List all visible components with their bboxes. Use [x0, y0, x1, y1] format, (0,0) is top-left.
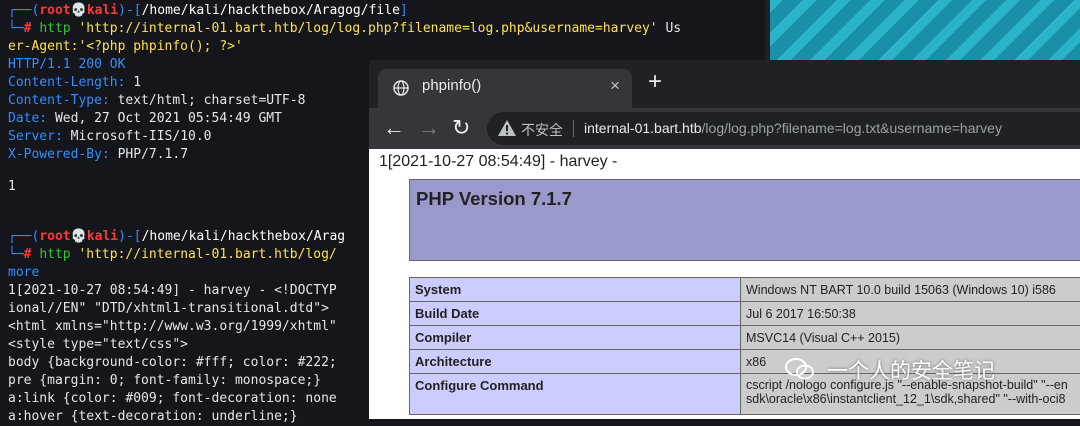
- terminal-line: 1[2021-10-27 08:54:49] - harvey - <!DOCT…: [8, 282, 337, 300]
- url-text[interactable]: internal-01.bart.htb/log/log.php?filenam…: [584, 120, 1002, 136]
- table-row: CompilerMSVC14 (Visual C++ 2015): [410, 326, 1080, 350]
- browser-toolbar: ← → ↻ 不安全 internal-01.bart.htb/log/log.p…: [369, 108, 1080, 149]
- phpinfo-table: SystemWindows NT BART 10.0 build 15063 (…: [409, 277, 1080, 415]
- terminal-line: er-Agent:'<?php phpinfo(); ?>': [8, 38, 243, 56]
- terminal-command: └─# http 'http://internal-01.bart.htb/lo…: [8, 20, 681, 38]
- close-icon[interactable]: ×: [610, 76, 620, 96]
- terminal-line: Date: Wed, 27 Oct 2021 05:54:49 GMT: [8, 110, 282, 128]
- terminal-line: ional//EN" "DTD/xhtml1-transitional.dtd"…: [8, 300, 329, 318]
- terminal-prompt: ┌──(root💀kali)-[/home/kali/hackthebox/Ar…: [8, 228, 345, 246]
- table-value: MSVC14 (Visual C++ 2015): [741, 326, 1080, 350]
- table-key: Configure Command: [410, 374, 741, 415]
- terminal-line: HTTP/1.1 200 OK: [8, 56, 125, 74]
- php-version: PHP Version 7.1.7: [416, 188, 572, 210]
- forward-button[interactable]: →: [418, 115, 440, 141]
- terminal-line: <style type="text/css">: [8, 336, 188, 354]
- table-key: Build Date: [410, 302, 741, 326]
- terminal-line: more: [8, 264, 39, 282]
- tab-phpinfo[interactable]: phpinfo() ×: [378, 69, 632, 108]
- log-line: 1[2021-10-27 08:54:49] - harvey -: [379, 153, 617, 171]
- terminal-line: pre {margin: 0; font-family: monospace;}: [8, 372, 321, 390]
- terminal-line: Server: Microsoft-IIS/10.0: [8, 128, 212, 146]
- new-tab-button[interactable]: +: [648, 68, 662, 96]
- table-value: Jul 6 2017 16:50:38: [741, 302, 1080, 326]
- insecure-label[interactable]: 不安全: [521, 120, 563, 140]
- terminal-line: a:hover {text-decoration: underline;}: [8, 408, 298, 426]
- terminal-line: Content-Type: text/html; charset=UTF-8: [8, 92, 305, 110]
- tab-strip: phpinfo() × +: [369, 60, 1080, 108]
- warning-icon[interactable]: [497, 118, 517, 138]
- terminal-prompt: ┌──(root💀kali)-[/home/kali/hackthebox/Ar…: [8, 2, 408, 20]
- desktop-wallpaper: [770, 0, 1080, 62]
- table-key: Architecture: [410, 350, 741, 374]
- terminal-line: X-Powered-By: PHP/7.1.7: [8, 146, 188, 164]
- wechat-icon: [785, 357, 815, 381]
- table-key: Compiler: [410, 326, 741, 350]
- terminal-command: └─# http 'http://internal-01.bart.htb/lo…: [8, 246, 337, 264]
- reload-button[interactable]: ↻: [452, 115, 470, 141]
- globe-icon: [393, 80, 409, 96]
- table-row: SystemWindows NT BART 10.0 build 15063 (…: [410, 278, 1080, 302]
- tab-title: phpinfo(): [422, 77, 481, 94]
- table-row: Build DateJul 6 2017 16:50:38: [410, 302, 1080, 326]
- address-bar[interactable]: 不安全 internal-01.bart.htb/log/log.php?fil…: [487, 112, 1080, 145]
- terminal-line: 1: [8, 178, 16, 196]
- table-key: System: [410, 278, 741, 302]
- terminal-line: a:link {color: #009; font-decoration: no…: [8, 390, 337, 408]
- back-button[interactable]: ←: [383, 115, 405, 141]
- divider: [573, 120, 574, 137]
- table-value: Windows NT BART 10.0 build 15063 (Window…: [741, 278, 1080, 302]
- terminal-line: Content-Length: 1: [8, 74, 141, 92]
- terminal-line: body {background-color: #fff; color: #22…: [8, 354, 337, 372]
- terminal-line: <html xmlns="http://www.w3.org/1999/xhtm…: [8, 318, 337, 336]
- watermark-text: 一个人的安全笔记: [827, 355, 995, 385]
- php-header: PHP Version 7.1.7: [409, 179, 1080, 261]
